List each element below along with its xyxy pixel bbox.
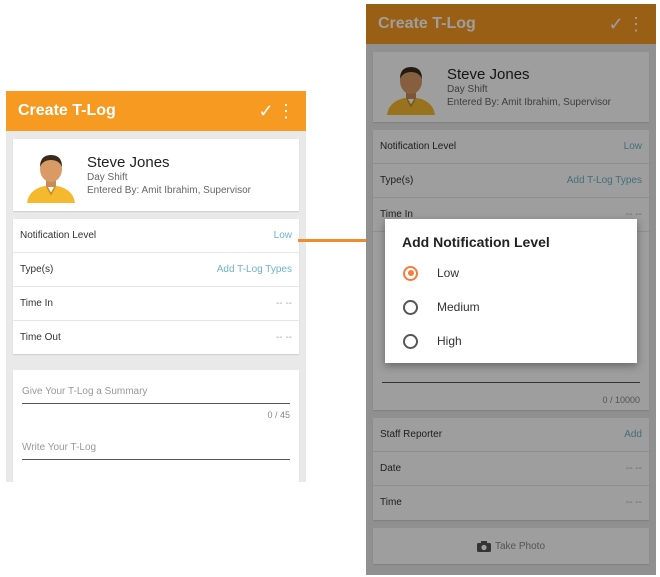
add-types-link[interactable]: Add T-Log Types [217,264,292,275]
time-out-value: -- -- [275,332,292,343]
dialog-title: Add Notification Level [402,234,550,250]
types-row[interactable]: Type(s) Add T-Log Types [13,253,299,287]
time-in-label: Time In [20,298,53,309]
time-in-row[interactable]: Time In -- -- [13,287,299,321]
avatar [27,155,75,203]
option-low-label[interactable]: Low [437,266,459,280]
summary-input[interactable]: Give Your T-Log a Summary [22,386,290,404]
more-vert-icon[interactable]: ⋮ [276,101,296,122]
app-title: Create T-Log [18,102,116,119]
app-bar: Create T-Log ✓ ⋮ [6,91,306,131]
left-screen: Create T-Log ✓ ⋮ Steve Jones Day Shift E… [6,91,306,482]
option-low[interactable]: Low [385,256,637,290]
option-medium[interactable]: Medium [385,290,637,324]
profile-name: Steve Jones [87,153,170,171]
radio-unselected-icon[interactable] [403,333,418,349]
time-out-label: Time Out [20,332,61,343]
profile-entered-by: Entered By: Amit Ibrahim, Supervisor [87,184,251,196]
option-high-label[interactable]: High [437,334,462,348]
option-medium-label[interactable]: Medium [437,300,480,314]
radio-selected-icon[interactable] [403,265,418,281]
profile-shift: Day Shift [87,171,128,183]
notification-level-row[interactable]: Notification Level Low [13,219,299,253]
time-in-value: -- -- [275,298,292,309]
option-high[interactable]: High [385,324,637,358]
profile-card: Steve Jones Day Shift Entered By: Amit I… [13,139,299,211]
summary-card: Give Your T-Log a Summary 0 / 45 Write Y… [13,370,299,482]
notification-level-value[interactable]: Low [274,230,292,241]
log-input[interactable]: Write Your T-Log [22,442,290,460]
types-label: Type(s) [20,264,54,275]
radio-unselected-icon[interactable] [403,299,418,315]
notification-level-dialog: Add Notification Level Low Medium High [385,219,637,363]
time-out-row[interactable]: Time Out -- -- [13,321,299,354]
check-icon[interactable]: ✓ [256,101,276,122]
summary-counter: 0 / 45 [267,410,290,420]
notification-level-label: Notification Level [20,230,97,241]
details-card: Notification Level Low Type(s) Add T-Log… [13,219,299,354]
